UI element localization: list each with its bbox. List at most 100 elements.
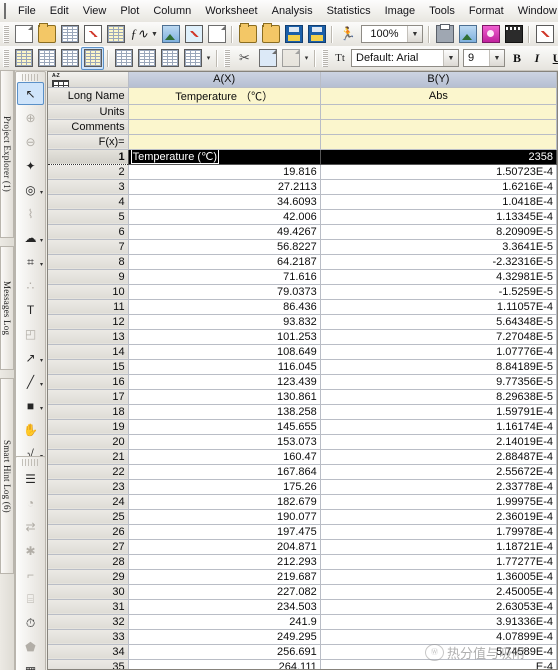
row-header-33[interactable]: 33 [48, 629, 129, 645]
menu-item-edit[interactable]: Edit [43, 3, 76, 19]
table-row[interactable]: 22 167.864 2.55672E-4 [48, 464, 557, 480]
row-header-34[interactable]: 34 [48, 644, 129, 660]
table-row[interactable]: 10 79.0373 -1.5259E-5 [48, 284, 557, 300]
export-image-button[interactable] [479, 23, 502, 46]
zoom-in-tool[interactable]: ⊕ [17, 106, 44, 129]
table-row[interactable]: 21 160.47 2.88487E-4 [48, 449, 557, 465]
table-row[interactable]: 16 123.439 9.77356E-5 [48, 374, 557, 390]
row-header-1[interactable]: 1 [48, 148, 129, 165]
row-header-8[interactable]: 8 [48, 254, 129, 270]
cell-a-10[interactable]: 79.0373 [128, 284, 321, 300]
bold-button[interactable]: B [507, 48, 527, 69]
cell-a-22[interactable]: 167.864 [128, 464, 321, 480]
row-header-20[interactable]: 20 [48, 434, 129, 450]
table-row[interactable]: 13 101.253 7.27048E-5 [48, 329, 557, 345]
save-template-button[interactable] [305, 23, 328, 46]
cell-b-7[interactable]: 3.3641E-5 [320, 239, 557, 255]
cell-b-18[interactable]: 1.59791E-4 [320, 404, 557, 420]
tools-palette-secondary-grip[interactable] [22, 459, 39, 466]
table-row[interactable]: 20 153.073 2.14019E-4 [48, 434, 557, 450]
cell-b-23[interactable]: 2.33778E-4 [320, 479, 557, 495]
line-tool[interactable]: ╱ ▾ [17, 370, 44, 393]
cell-a-30[interactable]: 227.082 [128, 584, 321, 600]
row-header-31[interactable]: 31 [48, 599, 129, 615]
cell-b-16[interactable]: 9.77356E-5 [320, 374, 557, 390]
export-video-button[interactable] [502, 23, 525, 46]
font-size-combo[interactable]: 9 ▼ [463, 49, 505, 67]
table-row[interactable]: 3 27.2113 1.6216E-4 [48, 179, 557, 195]
new-notes-button[interactable] [182, 23, 205, 46]
cell-a-25[interactable]: 190.077 [128, 509, 321, 525]
table-row[interactable]: 19 145.655 1.16174E-4 [48, 419, 557, 435]
worksheet-toolbar-grip[interactable] [3, 49, 9, 67]
new-graph-button[interactable] [81, 23, 104, 46]
table-row[interactable]: 33 249.295 4.07899E-4 [48, 629, 557, 645]
menu-item-worksheet[interactable]: Worksheet [198, 3, 264, 19]
row-header-9[interactable]: 9 [48, 269, 129, 285]
cell-a-21[interactable]: 160.47 [128, 449, 321, 465]
row-header-24[interactable]: 24 [48, 494, 129, 510]
rectangle-tool-dropdown[interactable]: ▾ [40, 405, 43, 412]
screen-reader-tool[interactable]: ⌗ ▾ [17, 250, 44, 273]
cell-b-10[interactable]: -1.5259E-5 [320, 284, 557, 300]
menu-item-analysis[interactable]: Analysis [265, 3, 320, 19]
cell-a-8[interactable]: 64.2187 [128, 254, 321, 270]
table-row[interactable]: 5 42.006 1.13345E-4 [48, 209, 557, 225]
cell-b-31[interactable]: 2.63053E-4 [320, 599, 557, 615]
menu-item-statistics[interactable]: Statistics [320, 3, 378, 19]
font-family-combo[interactable]: Default: Arial ▼ [351, 49, 459, 67]
row-header-35[interactable]: 35 [48, 659, 129, 669]
table-row[interactable]: 6 49.4267 8.20909E-5 [48, 224, 557, 240]
stack-columns-button[interactable] [181, 47, 204, 70]
cell-b-21[interactable]: 2.88487E-4 [320, 449, 557, 465]
menu-item-plot[interactable]: Plot [113, 3, 146, 19]
cell-a-5[interactable]: 42.006 [128, 209, 321, 225]
cell-a-33[interactable]: 249.295 [128, 629, 321, 645]
set-multi-column-values-button[interactable] [58, 47, 81, 70]
row-header-10[interactable]: 10 [48, 284, 129, 300]
row-header-11[interactable]: 11 [48, 299, 129, 315]
add-new-column-button[interactable] [12, 47, 35, 70]
cell-b-11[interactable]: 1.11057E-4 [320, 299, 557, 315]
format-toolbar-grip[interactable] [322, 49, 328, 67]
zoom-out-tool[interactable]: ⊖ [17, 130, 44, 153]
cell-a-4[interactable]: 34.6093 [128, 194, 321, 210]
meta-cell-b-3[interactable] [320, 134, 557, 150]
cell-a-18[interactable]: 138.258 [128, 404, 321, 420]
cell-b-6[interactable]: 8.20909E-5 [320, 224, 557, 240]
menu-item-window[interactable]: Window [511, 3, 558, 19]
cell-a-9[interactable]: 71.616 [128, 269, 321, 285]
print-button[interactable] [433, 23, 456, 46]
cell-b-30[interactable]: 2.45005E-4 [320, 584, 557, 600]
italic-button[interactable]: I [527, 48, 547, 69]
cell-a-15[interactable]: 116.045 [128, 359, 321, 375]
menu-item-file[interactable]: File [11, 3, 43, 19]
new-workbook-button[interactable] [58, 23, 81, 46]
table-row[interactable]: 14 108.649 1.07776E-4 [48, 344, 557, 360]
stacked-lines-tool[interactable]: ☰ [17, 467, 44, 490]
cell-a-7[interactable]: 56.8227 [128, 239, 321, 255]
cell-a-35[interactable]: 264.111 [128, 659, 321, 669]
worksheet-window[interactable]: A-Z A(X) B(Y) Long Name Temperature （℃） Abs Un… [47, 71, 558, 670]
cell-a-6[interactable]: 49.4267 [128, 224, 321, 240]
bracket-tool[interactable]: ⌐ [17, 563, 44, 586]
row-header-25[interactable]: 25 [48, 509, 129, 525]
table-row[interactable]: 35 264.111 E-4 [48, 659, 557, 669]
row-header-21[interactable]: 21 [48, 449, 129, 465]
paste-button[interactable] [279, 47, 302, 70]
table-row[interactable]: 24 182.679 1.99975E-4 [48, 494, 557, 510]
table-row[interactable]: 31 234.503 2.63053E-4 [48, 599, 557, 615]
crosshair-tool[interactable]: ✦ [17, 154, 44, 177]
cell-b-4[interactable]: 1.0418E-4 [320, 194, 557, 210]
cell-a-3[interactable]: 27.2113 [128, 179, 321, 195]
cell-b-22[interactable]: 2.55672E-4 [320, 464, 557, 480]
meta-cell-b-0[interactable]: Abs [320, 87, 557, 105]
dock-project-explorer[interactable]: Project Explorer (1) [0, 70, 14, 238]
arrow-tool[interactable]: ↗ ▾ [17, 346, 44, 369]
data-reader-tool[interactable]: ◎ ▾ [17, 178, 44, 201]
hand-tool[interactable]: ✋ [17, 418, 44, 441]
dock-smart-hint-log[interactable]: Smart Hint Log (6) [0, 378, 14, 574]
row-header-13[interactable]: 13 [48, 329, 129, 345]
cell-b-24[interactable]: 1.99975E-4 [320, 494, 557, 510]
row-header-16[interactable]: 16 [48, 374, 129, 390]
